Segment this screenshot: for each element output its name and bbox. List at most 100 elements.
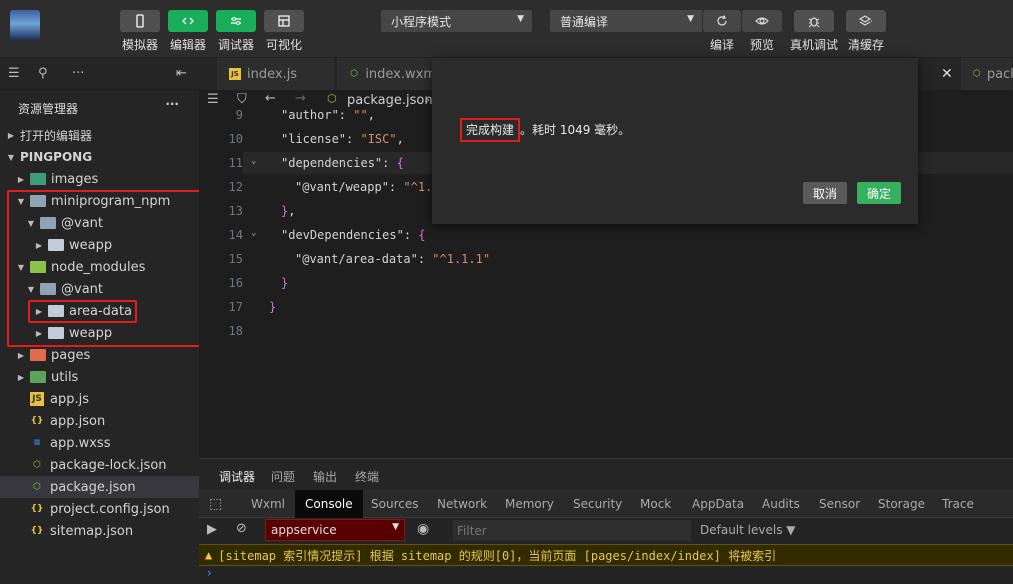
tree-file-project-config[interactable]: {} project.config.json: [0, 498, 199, 520]
debugger-label: 调试器: [217, 38, 254, 52]
tree-item-label: utils: [51, 369, 79, 385]
inspect-icon[interactable]: ⬚: [209, 490, 222, 518]
panel-tab-terminal[interactable]: 终端: [355, 468, 379, 485]
explorer-more-icon[interactable]: ···: [165, 97, 179, 111]
compile-button[interactable]: [703, 10, 741, 32]
preview-button[interactable]: [742, 10, 782, 32]
devtools-tabs: ⬚ Wxml Console Sources Network Memory Se…: [199, 490, 1013, 518]
line-number: 10: [228, 132, 243, 146]
json-file-icon: {}: [30, 526, 44, 536]
wxml-file-icon: ⬡: [350, 69, 359, 79]
tree-file-app-wxss[interactable]: ≡ app.wxss: [0, 432, 199, 454]
tree-file-app-json[interactable]: {} app.json: [0, 410, 199, 432]
editor-button[interactable]: [168, 10, 208, 32]
tree-folder-utils[interactable]: ▶ utils: [0, 366, 199, 388]
devtab-sensor[interactable]: Sensor: [819, 490, 860, 518]
default-levels-select[interactable]: Default levels ▼: [700, 523, 796, 537]
devtab-mock[interactable]: Mock: [640, 490, 671, 518]
confirm-button[interactable]: 确定: [857, 182, 901, 204]
folder-pages-icon: [30, 349, 46, 361]
forward-arrow-icon[interactable]: →: [295, 91, 306, 106]
collapse-panel-icon[interactable]: ⇤: [176, 66, 187, 81]
chevron-down-icon: ▼: [687, 14, 694, 24]
list-icon[interactable]: ☰: [8, 66, 20, 81]
eye-icon[interactable]: ◉: [417, 521, 429, 537]
devtools-window: 模拟器 编辑器 调试器 可视化 小程序模式 ▼ 普通编译 ▼ 编译 预览 真机调…: [0, 0, 1013, 584]
devtab-console[interactable]: Console: [295, 490, 363, 518]
refresh-icon: [717, 15, 727, 26]
project-section[interactable]: ▼ PINGPONG: [0, 146, 199, 168]
devtab-sources[interactable]: Sources: [371, 490, 418, 518]
search-icon[interactable]: ⚲: [38, 66, 48, 81]
panel-tab-output[interactable]: 输出: [313, 468, 337, 485]
tree-item-label: package.json: [50, 479, 136, 495]
sliders-icon: [231, 17, 241, 25]
open-editors-label: 打开的编辑器: [20, 128, 93, 143]
tree-file-sitemap[interactable]: {} sitemap.json: [0, 520, 199, 542]
code-line: "@vant/area-data": "^1.1.1": [295, 252, 491, 266]
compile-label: 编译: [709, 38, 734, 52]
top-toolbar: 模拟器 编辑器 调试器 可视化 小程序模式 ▼ 普通编译 ▼ 编译 预览 真机调…: [0, 0, 1013, 58]
explorer-title: 资源管理器: [18, 102, 79, 116]
tab-label: index.wxm: [365, 66, 436, 82]
dialog-highlight: 完成构建: [460, 118, 521, 142]
devtab-security[interactable]: Security: [573, 490, 622, 518]
devtab-wxml[interactable]: Wxml: [251, 490, 285, 518]
tree-item-label: app.json: [50, 413, 106, 429]
cancel-button[interactable]: 取消: [803, 182, 847, 204]
clear-console-icon[interactable]: ⊘: [236, 521, 247, 536]
node-file-icon: ⬡: [327, 92, 337, 105]
devtab-memory[interactable]: Memory: [505, 490, 554, 518]
js-file-icon: JS: [229, 68, 241, 80]
line-number: 18: [228, 324, 243, 338]
devtab-trace[interactable]: Trace: [942, 490, 974, 518]
tree-file-package-json[interactable]: ⬡ package.json: [0, 476, 199, 498]
tree-file-package-lock[interactable]: ⬡ package-lock.json: [0, 454, 199, 476]
simulator-button[interactable]: [120, 10, 160, 32]
code-line: "@vant/weapp": "^1.6.: [295, 180, 447, 194]
tree-item-label: sitemap.json: [50, 523, 134, 539]
devtab-appdata[interactable]: AppData: [692, 490, 744, 518]
open-editors-section[interactable]: ▶ 打开的编辑器: [0, 124, 199, 146]
bookmark-icon[interactable]: ⛉: [237, 92, 247, 107]
devtab-audits[interactable]: Audits: [762, 490, 800, 518]
back-arrow-icon[interactable]: ←: [265, 91, 276, 106]
avatar[interactable]: [10, 10, 40, 40]
devtools-panel-tabs: 调试器 问题 输出 终端: [199, 458, 1013, 491]
console-prompt[interactable]: ›: [199, 566, 1013, 584]
more-icon[interactable]: ···: [72, 66, 84, 81]
line-number: 12: [228, 180, 243, 194]
preview-label: 预览: [749, 38, 774, 52]
sidebar-toggle-icon[interactable]: ▶: [207, 522, 217, 537]
highlight-box: [28, 300, 137, 323]
tab-close-icon[interactable]: ✕: [929, 58, 959, 90]
visual-button[interactable]: [264, 10, 304, 32]
context-select[interactable]: appservice ▼: [265, 519, 405, 541]
tree-folder-images[interactable]: ▶ images: [0, 168, 199, 190]
breadcrumb-file[interactable]: package.json: [347, 93, 433, 108]
devtab-network[interactable]: Network: [437, 490, 487, 518]
real-debug-button[interactable]: [794, 10, 834, 32]
tab-package-json[interactable]: ⬡ pack: [961, 58, 1013, 90]
chevron-right-icon: ▶: [17, 350, 25, 360]
tree-folder-pages[interactable]: ▶ pages: [0, 344, 199, 366]
console-warning: ▲ [sitemap 索引情况提示] 根据 sitemap 的规则[0]，当前页…: [199, 544, 1013, 566]
prompt-chevron-icon: ›: [207, 566, 212, 580]
panel-tab-debugger[interactable]: 调试器: [219, 468, 256, 491]
panel-tab-problems[interactable]: 问题: [271, 468, 295, 485]
clear-cache-button[interactable]: [846, 10, 886, 32]
mode-select[interactable]: 小程序模式 ▼: [381, 10, 532, 32]
fold-chevron-icon[interactable]: ⌄: [251, 228, 256, 238]
list-icon[interactable]: ☰: [207, 92, 219, 107]
chevron-down-icon: ▼: [517, 14, 524, 24]
tree-item-label: images: [51, 171, 99, 187]
tab-index-wxml[interactable]: ⬡ index.wxm: [337, 58, 437, 90]
debugger-button[interactable]: [216, 10, 256, 32]
tree-file-app-js[interactable]: JS app.js: [0, 388, 199, 410]
console-filter-input[interactable]: [453, 520, 691, 541]
tab-index-js[interactable]: JS index.js: [217, 58, 335, 90]
clear-cache-label: 清缓存: [847, 38, 884, 52]
devtab-storage[interactable]: Storage: [878, 490, 925, 518]
compile-select[interactable]: 普通编译 ▼: [550, 10, 702, 32]
fold-chevron-icon[interactable]: ⌄: [251, 156, 256, 166]
